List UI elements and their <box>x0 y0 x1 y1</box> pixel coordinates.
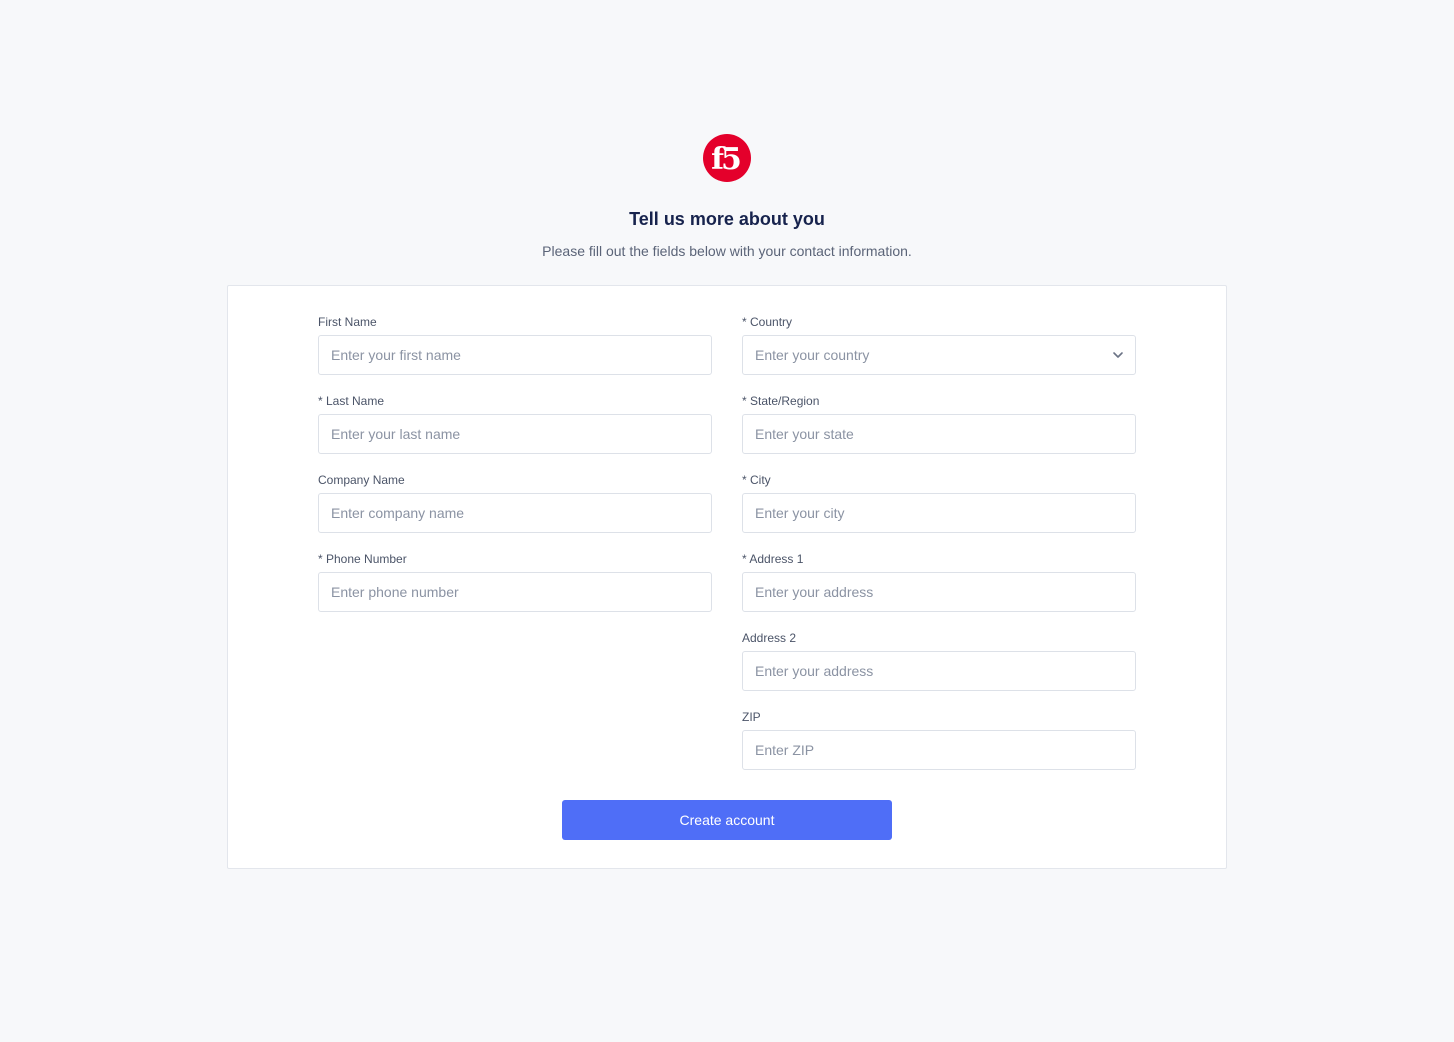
signup-page: f5 Tell us more about you Please fill ou… <box>0 0 1454 1042</box>
company-name-input[interactable] <box>318 493 712 533</box>
address2-input[interactable] <box>742 651 1136 691</box>
country-select[interactable] <box>742 335 1136 375</box>
create-account-button[interactable]: Create account <box>562 800 892 840</box>
phone-number-input[interactable] <box>318 572 712 612</box>
contact-form: First Name * Last Name Company Name * Ph… <box>227 285 1227 869</box>
zip-input[interactable] <box>742 730 1136 770</box>
last-name-label: * Last Name <box>318 394 385 408</box>
country-label: * Country <box>742 315 793 329</box>
country-field: * Country <box>742 314 1136 375</box>
svg-text:f5: f5 <box>711 142 740 177</box>
state-label: * State/Region <box>742 394 820 408</box>
state-field: * State/Region <box>742 393 1136 454</box>
f5-logo: f5 <box>703 134 751 182</box>
country-input[interactable] <box>742 335 1136 375</box>
address1-field: * Address 1 <box>742 551 1136 612</box>
company-name-field: Company Name <box>318 472 712 533</box>
city-label: * City <box>742 473 771 487</box>
address2-field: Address 2 <box>742 630 1136 691</box>
state-input[interactable] <box>742 414 1136 454</box>
first-name-label: First Name <box>318 315 377 329</box>
last-name-field: * Last Name <box>318 393 712 454</box>
phone-number-label: * Phone Number <box>318 552 407 566</box>
zip-label: ZIP <box>742 710 761 724</box>
company-name-label: Company Name <box>318 473 405 487</box>
page-title: Tell us more about you <box>629 209 825 229</box>
address2-label: Address 2 <box>742 631 797 645</box>
address1-label: * Address 1 <box>742 552 804 566</box>
first-name-field: First Name <box>318 314 712 375</box>
city-field: * City <box>742 472 1136 533</box>
page-subtitle: Please fill out the fields below with yo… <box>542 243 912 259</box>
first-name-input[interactable] <box>318 335 712 375</box>
phone-number-field: * Phone Number <box>318 551 712 612</box>
address1-input[interactable] <box>742 572 1136 612</box>
last-name-input[interactable] <box>318 414 712 454</box>
city-input[interactable] <box>742 493 1136 533</box>
zip-field: ZIP <box>742 709 1136 770</box>
